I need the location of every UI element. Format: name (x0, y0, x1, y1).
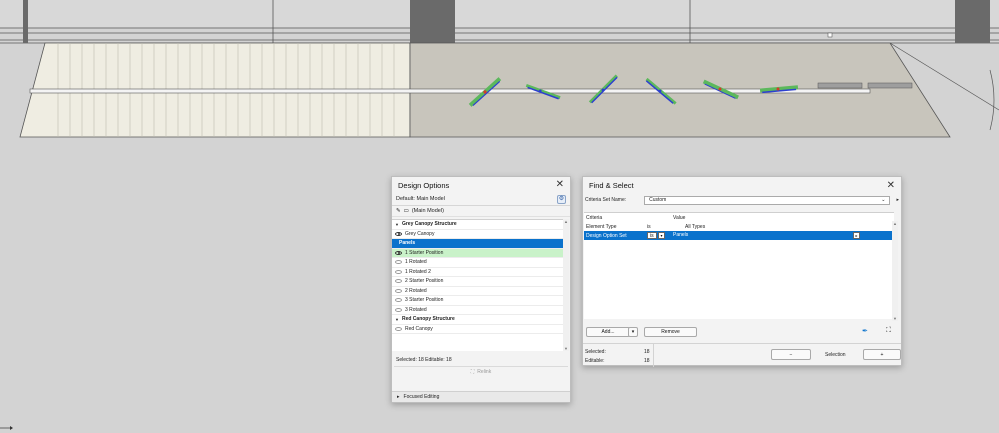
pencil-icon[interactable]: ✎ (396, 208, 401, 214)
eye-icon[interactable] (395, 279, 402, 284)
eye-icon[interactable] (395, 326, 402, 331)
column-header-criteria: Criteria (586, 214, 603, 221)
add-criteria-button[interactable]: Add... (586, 327, 630, 337)
tree-item-2-rotated[interactable]: 2 Rotated (392, 287, 564, 296)
caret-right-icon: ▸ (397, 394, 400, 400)
table-row-selected[interactable]: Design Option Set is ▾ Panels ▸ (584, 231, 894, 240)
column-header-value: Value (673, 214, 686, 221)
add-dropdown-arrow[interactable]: ▾ (628, 327, 638, 337)
focused-editing-toggle[interactable]: ▸ Focused Editing (392, 391, 570, 402)
tree-item-1-rotated[interactable]: 1 Rotated (392, 258, 564, 268)
eye-icon[interactable] (395, 260, 402, 265)
main-model-label: (Main Model) (411, 208, 444, 214)
eyedropper-icon[interactable]: ✒ (862, 327, 868, 335)
selection-status: Selected: 18 Editable: 18 (396, 357, 452, 363)
tree-item-1-starter-position[interactable]: 1 Starter Position (392, 248, 564, 258)
main-model-row[interactable]: ✎ ▭ (Main Model) (392, 206, 570, 217)
scroll-up-icon[interactable]: ▲ (563, 219, 569, 224)
scroll-down-icon[interactable]: ▼ (892, 316, 898, 321)
design-options-titlebar: Design Options ✕ (392, 177, 570, 193)
options-settings-icon[interactable]: ⚙ (557, 194, 566, 204)
editable-count: 18 (644, 358, 650, 364)
selection-label: Selection (825, 352, 846, 358)
caret-down-icon[interactable]: ▼ (395, 222, 399, 227)
find-select-panel: Find & Select ✕ Criteria Set Name: Custo… (582, 176, 902, 367)
design-options-tree[interactable]: ▼ Grey Canopy Structure Grey Canopy Panel… (392, 219, 564, 351)
folder-icon[interactable]: ▭ (404, 208, 409, 214)
selected-label: Selected: (585, 349, 606, 355)
design-options-panel: Design Options ✕ Default: Main Model ⚙ ✎… (391, 176, 571, 403)
tree-item-2-starter-position[interactable]: 2 Starter Position (392, 277, 564, 287)
find-select-titlebar: Find & Select ✕ (583, 177, 901, 194)
selected-count: 18 (644, 349, 650, 355)
table-header: Criteria Value (584, 213, 894, 222)
chevron-down-icon: ⌄ (881, 197, 886, 203)
editable-label: Editable: (585, 358, 605, 364)
caret-down-icon[interactable]: ▼ (395, 317, 399, 322)
remove-from-selection-button[interactable]: − (771, 349, 811, 360)
remove-criteria-button[interactable]: Remove (644, 327, 697, 337)
close-icon[interactable]: ✕ (556, 180, 564, 190)
operator-select[interactable]: is (647, 232, 657, 239)
tree-group-red-canopy-structure[interactable]: ▼ Red Canopy Structure (392, 315, 564, 325)
tree-group-grey-canopy-structure[interactable]: ▼ Grey Canopy Structure (392, 220, 564, 230)
tree-item-3-starter-position[interactable]: 3 Starter Position (392, 296, 564, 306)
design-options-title: Design Options (398, 180, 450, 190)
tree-item-3-rotated[interactable]: 3 Rotated (392, 306, 564, 315)
eye-icon[interactable] (395, 231, 402, 236)
expand-arrow-icon[interactable]: ▸ (896, 197, 899, 203)
tree-item-red-canopy[interactable]: Red Canopy (392, 325, 564, 334)
tree-item-1-rotated-2[interactable]: 1 Rotated 2 (392, 268, 564, 277)
default-model-row: Default: Main Model ⚙ (392, 193, 570, 206)
criteria-set-label: Criteria Set Name: (585, 197, 627, 203)
relink-icon: ⛶ (470, 369, 475, 375)
relink-button[interactable]: ⛶ Relink (394, 366, 568, 377)
eye-icon[interactable] (395, 298, 402, 303)
eye-icon[interactable] (395, 288, 402, 293)
eye-icon[interactable] (395, 269, 402, 274)
main-beam (29, 88, 871, 94)
selection-frame-icon[interactable]: ⛶ (886, 327, 891, 335)
value-dropdown-icon[interactable]: ▸ (853, 232, 860, 239)
criteria-set-row: Criteria Set Name: Custom ⌄ ▸ (583, 194, 901, 206)
column (955, 0, 990, 43)
criteria-table[interactable]: Criteria Value Element Type is All Types… (584, 212, 894, 319)
tree-item-panels[interactable]: Panels (392, 239, 564, 249)
column (23, 0, 28, 43)
close-icon[interactable]: ✕ (887, 180, 895, 191)
tree-item-grey-canopy[interactable]: Grey Canopy (392, 230, 564, 239)
find-select-title: Find & Select (589, 181, 634, 190)
criteria-scrollbar[interactable]: ▲ ▼ (892, 221, 898, 321)
eye-icon[interactable] (395, 250, 402, 255)
eye-icon[interactable] (395, 307, 402, 312)
add-to-selection-button[interactable]: + (863, 349, 901, 360)
criteria-set-dropdown[interactable]: Custom ⌄ (644, 195, 891, 205)
chevron-down-icon[interactable]: ▾ (658, 232, 666, 239)
scroll-down-icon[interactable]: ▼ (563, 346, 569, 351)
find-select-footer: Selected: 18 Editable: 18 − Selection + (583, 343, 901, 367)
tree-scrollbar[interactable]: ▲ ▼ (563, 219, 569, 351)
column (410, 0, 455, 43)
table-row[interactable]: Element Type is All Types (584, 222, 894, 231)
building-top-band (0, 0, 999, 28)
scroll-up-icon[interactable]: ▲ (892, 221, 898, 226)
default-model-label: Default: Main Model (396, 196, 445, 202)
